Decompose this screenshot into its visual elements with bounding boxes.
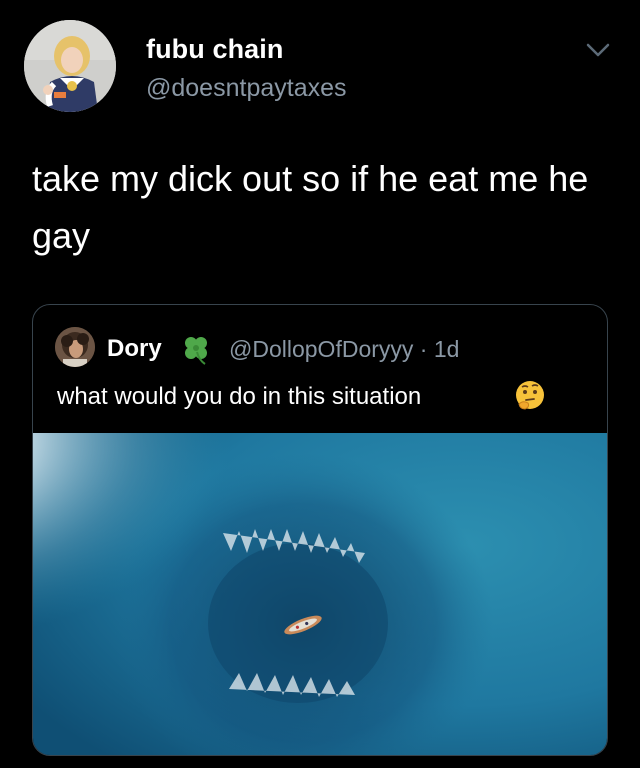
cosplay-avatar-icon	[24, 20, 116, 112]
author-display-name[interactable]: fubu chain	[146, 34, 284, 65]
quoted-tweet-image[interactable]	[33, 433, 607, 755]
shark-below-boat-photo	[33, 433, 607, 755]
chevron-down-icon[interactable]	[584, 40, 612, 60]
thinking-face-icon	[516, 381, 544, 410]
quoted-avatar-icon	[55, 327, 95, 367]
tweet-text: take my dick out so if he eat me he gay	[32, 158, 589, 256]
quoted-handle-and-time[interactable]: @DollopOfDoryyy · 1d	[229, 336, 459, 363]
author-avatar[interactable]	[24, 20, 116, 112]
quoted-display-name[interactable]: Dory	[107, 335, 162, 363]
quoted-tweet-card[interactable]: Dory @DollopOfDoryyy · 1d what would you…	[32, 304, 608, 756]
quoted-author-avatar[interactable]	[55, 327, 95, 367]
author-handle[interactable]: @doesntpaytaxes	[146, 74, 347, 103]
quoted-tweet-text: what would you do in this situation	[57, 383, 422, 410]
four-leaf-clover-icon	[185, 337, 207, 365]
tweet-header: fubu chain @doesntpaytaxes	[0, 0, 640, 130]
